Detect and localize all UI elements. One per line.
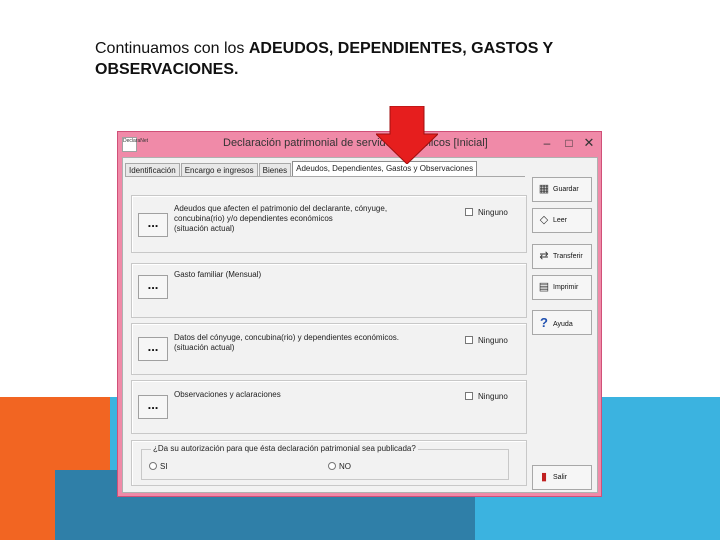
gasto-edit-button[interactable]: ... <box>138 275 168 299</box>
conyuge-label-line1: Datos del cónyuge, concubina(rio) y depe… <box>174 333 400 342</box>
imprimir-button[interactable]: ▤ Imprimir <box>532 275 592 300</box>
conyuge-label-line2: (situación actual) <box>174 343 235 352</box>
section-gasto-familiar: ... Gasto familiar (Mensual) <box>131 263 527 318</box>
ayuda-label: Ayuda <box>553 321 573 328</box>
observaciones-label: Observaciones y aclaraciones <box>174 390 281 399</box>
slide-title: Continuamos con los ADEUDOS, DEPENDIENTE… <box>95 38 655 80</box>
title-bar[interactable]: DeclaraNet Declaración patrimonial de se… <box>118 132 601 157</box>
conyuge-ninguno-checkbox[interactable]: Ninguno <box>465 336 508 346</box>
conyuge-edit-button[interactable]: ... <box>138 337 168 361</box>
salir-label: Salir <box>553 474 568 481</box>
window-title: Declaración patrimonial de servidores pú… <box>223 137 488 149</box>
checkbox-label: Ninguno <box>478 208 508 217</box>
adeudos-label: Adeudos que afecten el patrimonio del de… <box>174 204 387 234</box>
maximize-button[interactable]: □ <box>558 136 580 150</box>
close-button[interactable]: ✕ <box>578 136 600 150</box>
red-arrow-icon <box>376 106 438 164</box>
checkbox-box[interactable] <box>465 392 473 400</box>
radio-dot[interactable] <box>328 462 336 470</box>
save-icon: ▦ <box>538 183 550 195</box>
salir-button[interactable]: ▮ Salir <box>532 465 592 490</box>
tab-divider <box>125 176 525 177</box>
checkbox-label: Ninguno <box>478 336 508 345</box>
adeudos-edit-button[interactable]: ... <box>138 213 168 237</box>
guardar-button[interactable]: ▦ Guardar <box>532 177 592 202</box>
adeudos-label-line1: Adeudos que afecten el patrimonio del de… <box>174 204 388 213</box>
radio-si[interactable]: SI <box>149 462 168 472</box>
radio-no-label: NO <box>339 462 351 471</box>
checkbox-box[interactable] <box>465 208 473 216</box>
transferir-label: Transferir <box>553 253 583 260</box>
adeudos-label-line3: (situación actual) <box>174 224 235 233</box>
observaciones-ninguno-checkbox[interactable]: Ninguno <box>465 392 508 402</box>
adeudos-ninguno-checkbox[interactable]: Ninguno <box>465 208 508 218</box>
imprimir-label: Imprimir <box>553 284 579 291</box>
radio-dot[interactable] <box>149 462 157 470</box>
section-adeudos: ... Adeudos que afecten el patrimonio de… <box>131 195 527 253</box>
app-icon: DeclaraNet <box>122 137 148 152</box>
leer-label: Leer <box>553 217 568 224</box>
read-icon: ◇ <box>539 214 549 226</box>
adeudos-label-line2: concubina(rio) y/o dependientes económic… <box>174 214 333 223</box>
app-window: DeclaraNet Declaración patrimonial de se… <box>117 131 602 497</box>
checkbox-label: Ninguno <box>478 392 508 401</box>
transfer-icon: ⇄ <box>539 250 549 262</box>
section-observaciones: ... Observaciones y aclaraciones Ninguno <box>131 380 527 434</box>
gasto-label: Gasto familiar (Mensual) <box>174 270 262 279</box>
client-area: Identificación Encargo e ingresos Bienes… <box>122 157 598 493</box>
slide-title-prefix: Continuamos con los <box>95 40 249 57</box>
transferir-button[interactable]: ⇄ Transferir <box>532 244 592 269</box>
section-datos-conyuge: ... Datos del cónyuge, concubina(rio) y … <box>131 323 527 375</box>
tab-encargo-ingresos[interactable]: Encargo e ingresos <box>180 163 258 177</box>
guardar-label: Guardar <box>553 186 579 193</box>
minimize-button[interactable]: – <box>536 136 558 150</box>
radio-si-label: SI <box>160 462 168 471</box>
ayuda-button[interactable]: ? Ayuda <box>532 310 592 335</box>
leer-button[interactable]: ◇ Leer <box>532 208 592 233</box>
print-icon: ▤ <box>538 281 550 293</box>
checkbox-box[interactable] <box>465 336 473 344</box>
help-icon: ? <box>540 315 548 330</box>
conyuge-label: Datos del cónyuge, concubina(rio) y depe… <box>174 333 399 353</box>
observaciones-edit-button[interactable]: ... <box>138 395 168 419</box>
radio-no[interactable]: NO <box>328 462 351 472</box>
autorizacion-question: ¿Da su autorización para que ésta declar… <box>151 444 418 454</box>
tab-bienes[interactable]: Bienes <box>258 163 292 177</box>
exit-icon: ▮ <box>540 471 548 483</box>
tab-identificacion[interactable]: Identificación <box>125 163 180 177</box>
